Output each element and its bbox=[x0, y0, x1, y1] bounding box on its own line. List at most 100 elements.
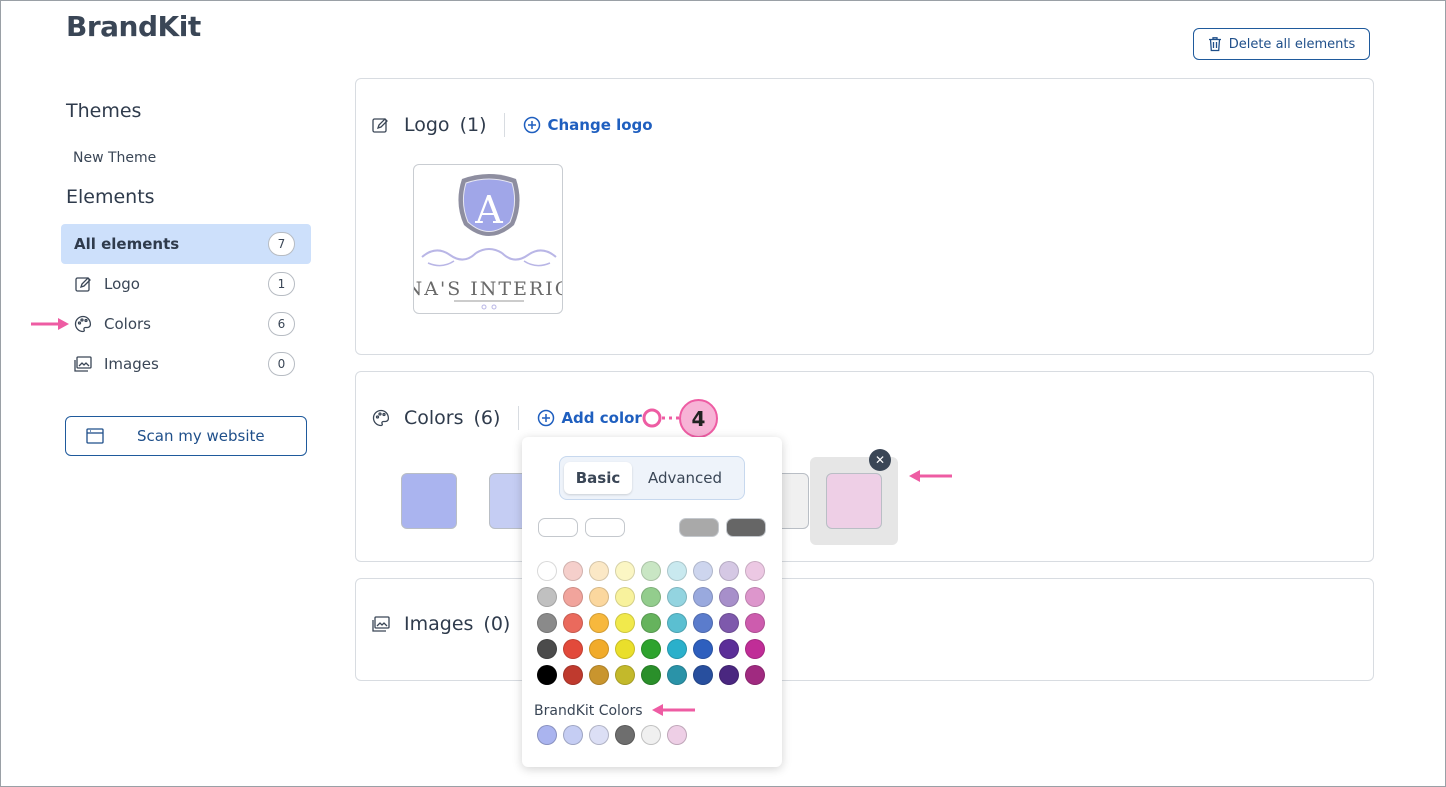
sidebar-item-label: Logo bbox=[104, 275, 140, 293]
divider bbox=[504, 113, 506, 137]
tab-basic[interactable]: Basic bbox=[564, 462, 632, 494]
palette-color-swatch[interactable] bbox=[745, 665, 765, 685]
palette-color-swatch[interactable] bbox=[693, 561, 713, 581]
palette-color-swatch[interactable] bbox=[615, 561, 635, 581]
page-title: BrandKit bbox=[66, 10, 201, 43]
sidebar-item-label: All elements bbox=[74, 235, 180, 253]
logo-wordmark: NA'S INTERIO bbox=[414, 278, 563, 300]
brandkit-color-swatch[interactable] bbox=[563, 725, 583, 745]
palette-color-swatch[interactable] bbox=[667, 561, 687, 581]
gray-preset-swatch[interactable] bbox=[726, 518, 766, 537]
theme-item-new-theme[interactable]: New Theme bbox=[73, 150, 156, 166]
gray-preset-swatch[interactable] bbox=[679, 518, 719, 537]
logo-card-title: Logo bbox=[404, 114, 450, 136]
palette-color-swatch[interactable] bbox=[563, 665, 583, 685]
palette-color-swatch[interactable] bbox=[589, 587, 609, 607]
palette-color-swatch[interactable] bbox=[667, 613, 687, 633]
palette-color-swatch[interactable] bbox=[563, 639, 583, 659]
sidebar-item-all-elements[interactable]: All elements 7 bbox=[61, 224, 311, 264]
annotation-connector bbox=[642, 408, 682, 428]
brandkit-color-swatch[interactable] bbox=[537, 725, 557, 745]
palette-color-swatch[interactable] bbox=[719, 561, 739, 581]
remove-color-button[interactable]: ✕ bbox=[869, 449, 891, 471]
palette-color-swatch[interactable] bbox=[537, 665, 557, 685]
palette-color-swatch[interactable] bbox=[693, 613, 713, 633]
palette-color-swatch[interactable] bbox=[615, 613, 635, 633]
palette-color-swatch[interactable] bbox=[641, 587, 661, 607]
brandkit-color-swatch[interactable] bbox=[641, 725, 661, 745]
themes-heading: Themes bbox=[66, 100, 142, 122]
palette-color-swatch[interactable] bbox=[615, 665, 635, 685]
images-card-title: Images bbox=[404, 613, 474, 635]
palette-color-swatch[interactable] bbox=[719, 639, 739, 659]
edit-square-icon bbox=[372, 116, 390, 134]
count-badge: 6 bbox=[268, 312, 295, 336]
palette-color-swatch[interactable] bbox=[537, 639, 557, 659]
palette-color-swatch[interactable] bbox=[745, 613, 765, 633]
palette-color-swatch[interactable] bbox=[641, 639, 661, 659]
palette-color-swatch[interactable] bbox=[589, 639, 609, 659]
colors-card-title: Colors bbox=[404, 407, 464, 429]
delete-all-elements-button[interactable]: Delete all elements bbox=[1193, 28, 1370, 60]
palette-color-swatch[interactable] bbox=[563, 587, 583, 607]
change-logo-label: Change logo bbox=[547, 116, 653, 134]
sidebar-item-label: Colors bbox=[104, 315, 151, 333]
palette-color-swatch[interactable] bbox=[667, 587, 687, 607]
palette-color-swatch[interactable] bbox=[589, 561, 609, 581]
sidebar-item-images[interactable]: Images 0 bbox=[61, 344, 311, 384]
palette-color-swatch[interactable] bbox=[641, 665, 661, 685]
colors-card-count: (6) bbox=[473, 407, 501, 429]
palette-color-swatch[interactable] bbox=[537, 613, 557, 633]
brandkit-color-swatch[interactable] bbox=[589, 725, 609, 745]
brandkit-color-swatch[interactable] bbox=[667, 725, 687, 745]
logo-thumbnail[interactable]: A NA'S INTERIO bbox=[413, 164, 563, 314]
palette-color-swatch[interactable] bbox=[537, 561, 557, 581]
change-logo-button[interactable]: Change logo bbox=[523, 116, 653, 134]
brandkit-color-swatch[interactable] bbox=[615, 725, 635, 745]
palette-color-swatch[interactable] bbox=[615, 639, 635, 659]
divider bbox=[518, 406, 520, 430]
logo-card-count: (1) bbox=[459, 114, 487, 136]
sidebar-item-logo[interactable]: Logo 1 bbox=[61, 264, 311, 304]
color-picker-popup: Basic Advanced BrandKit Colors bbox=[522, 437, 782, 767]
palette-color-swatch[interactable] bbox=[589, 665, 609, 685]
palette-color-swatch[interactable] bbox=[693, 639, 713, 659]
gray-preset-swatch[interactable] bbox=[632, 518, 672, 537]
palette-color-swatch[interactable] bbox=[745, 587, 765, 607]
palette-color-swatch[interactable] bbox=[693, 665, 713, 685]
palette-color-swatch[interactable] bbox=[667, 665, 687, 685]
palette-color-swatch[interactable] bbox=[693, 587, 713, 607]
images-card: Images (0) bbox=[355, 578, 1374, 681]
annotation-arrow-icon bbox=[909, 470, 952, 482]
palette-color-swatch[interactable] bbox=[537, 587, 557, 607]
edit-square-icon bbox=[74, 275, 92, 293]
color-swatch[interactable]: ✕ bbox=[810, 449, 898, 545]
color-swatch[interactable] bbox=[385, 457, 473, 545]
palette-color-swatch[interactable] bbox=[719, 665, 739, 685]
palette-color-swatch[interactable] bbox=[641, 613, 661, 633]
logo-letter: A bbox=[474, 188, 503, 232]
palette-color-swatch[interactable] bbox=[745, 639, 765, 659]
logo-card-header: Logo (1) Change logo bbox=[372, 113, 653, 137]
palette-color-swatch[interactable] bbox=[719, 613, 739, 633]
images-card-count: (0) bbox=[483, 613, 511, 635]
picker-mode-toggle: Basic Advanced bbox=[559, 456, 745, 500]
count-badge: 1 bbox=[268, 272, 295, 296]
brand-logo-image: A NA'S INTERIO bbox=[414, 174, 563, 310]
palette-color-swatch[interactable] bbox=[745, 561, 765, 581]
palette-color-swatch[interactable] bbox=[615, 587, 635, 607]
palette-color-swatch[interactable] bbox=[589, 613, 609, 633]
tab-advanced[interactable]: Advanced bbox=[632, 462, 738, 494]
palette-color-swatch[interactable] bbox=[641, 561, 661, 581]
add-color-button[interactable]: Add color bbox=[537, 409, 642, 427]
palette-color-swatch[interactable] bbox=[563, 561, 583, 581]
colors-card-header: Colors (6) Add color bbox=[372, 406, 642, 430]
gray-preset-swatch[interactable] bbox=[538, 518, 578, 537]
palette-color-swatch[interactable] bbox=[667, 639, 687, 659]
palette-color-swatch[interactable] bbox=[563, 613, 583, 633]
scan-my-website-button[interactable]: Scan my website bbox=[65, 416, 307, 456]
palette-color-swatch[interactable] bbox=[719, 587, 739, 607]
sidebar-item-colors[interactable]: Colors 6 bbox=[61, 304, 311, 344]
gray-preset-swatch[interactable] bbox=[585, 518, 625, 537]
trash-icon bbox=[1208, 37, 1221, 52]
